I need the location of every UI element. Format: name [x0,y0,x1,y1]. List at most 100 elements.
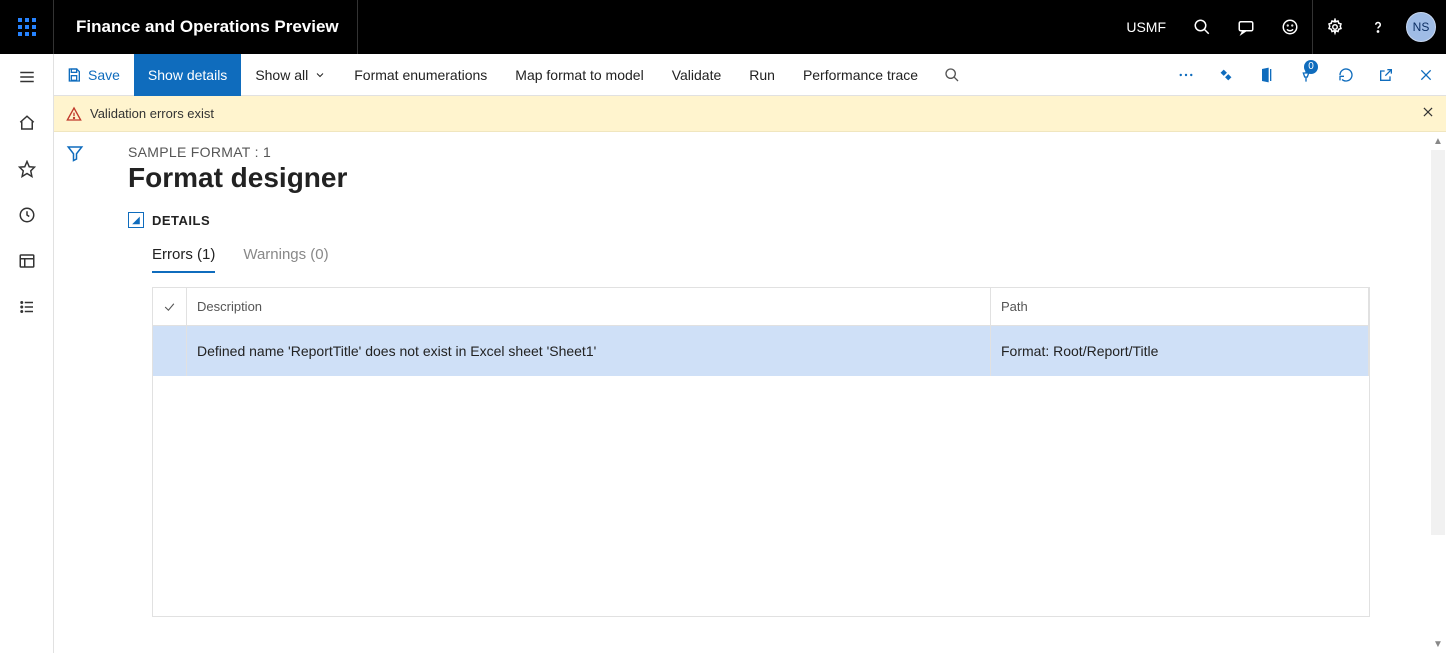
map-format-button[interactable]: Map format to model [501,54,657,96]
toolbar-search[interactable] [932,54,972,96]
feedback-button[interactable] [1268,0,1312,54]
refresh-icon [1338,67,1354,83]
save-icon [66,67,82,83]
validation-warning-bar: Validation errors exist [54,96,1446,132]
settings-button[interactable] [1312,0,1356,54]
warning-close[interactable] [1410,105,1446,122]
scroll-track [1431,150,1445,535]
check-icon [163,300,176,314]
run-button[interactable]: Run [735,54,789,96]
table-row[interactable]: Defined name 'ReportTitle' does not exis… [153,326,1369,376]
chat-icon [1237,18,1255,36]
run-label: Run [749,67,775,83]
company-code[interactable]: USMF [1112,19,1180,35]
waffle-icon [18,18,36,36]
work-area: Save Show details Show all Format enumer… [54,54,1446,653]
tab-errors-label: Errors (1) [152,246,215,263]
close-icon [1418,67,1434,83]
details-label: DETAILS [152,213,210,228]
more-options-button[interactable] [1166,54,1206,96]
left-rail [0,54,54,653]
tab-errors[interactable]: Errors (1) [152,246,215,273]
hamburger-button[interactable] [0,54,54,100]
validate-button[interactable]: Validate [658,54,736,96]
scrollbar[interactable]: ▲ ▼ [1430,132,1446,653]
header-path[interactable]: Path [991,288,1369,326]
row-checkbox[interactable] [153,326,187,376]
content-row: SAMPLE FORMAT : 1 Format designer ◢ DETA… [54,132,1446,653]
chevron-down-icon [314,69,326,81]
office-icon [1258,67,1274,83]
main-column: SAMPLE FORMAT : 1 Format designer ◢ DETA… [96,132,1446,653]
favorites-button[interactable] [0,146,54,192]
ellipsis-icon [1177,66,1195,84]
tabs: Errors (1) Warnings (0) [128,246,1446,273]
action-toolbar: Save Show details Show all Format enumer… [54,54,1446,96]
show-all-button[interactable]: Show all [241,54,340,96]
gear-icon [1326,18,1344,36]
results-table: Description Path Defined name 'ReportTit… [152,287,1370,617]
help-button[interactable] [1356,0,1400,54]
header-divider [357,0,358,54]
row-description: Defined name 'ReportTitle' does not exis… [187,326,991,376]
user-avatar[interactable]: NS [1406,12,1436,42]
filter-button[interactable] [66,144,84,653]
show-all-label: Show all [255,67,308,83]
attachments-button[interactable]: 0 [1286,54,1326,96]
breadcrumb: SAMPLE FORMAT : 1 [128,144,1446,160]
recent-button[interactable] [0,192,54,238]
diamond-icon [1217,66,1235,84]
tab-warnings-label: Warnings (0) [243,246,328,263]
warning-icon [66,106,82,122]
row-path: Format: Root/Report/Title [991,326,1369,376]
top-header: Finance and Operations Preview USMF NS [0,0,1446,54]
collapse-icon: ◢ [128,212,144,228]
popout-button[interactable] [1366,54,1406,96]
filter-icon [66,144,84,162]
refresh-button[interactable] [1326,54,1366,96]
select-all[interactable] [153,288,187,326]
search-button[interactable] [1180,0,1224,54]
save-button[interactable]: Save [54,54,134,96]
scroll-down-icon: ▼ [1430,635,1446,653]
close-button[interactable] [1406,54,1446,96]
close-icon [1421,105,1435,119]
show-details-label: Show details [148,67,227,83]
window-icon [18,252,36,270]
clock-icon [18,206,36,224]
map-format-label: Map format to model [515,67,643,83]
connectors-button[interactable] [1206,54,1246,96]
format-enum-label: Format enumerations [354,67,487,83]
modules-button[interactable] [0,284,54,330]
format-enumerations-button[interactable]: Format enumerations [340,54,501,96]
home-icon [18,114,36,132]
filter-column [54,132,96,653]
menu-icon [18,68,36,86]
app-launcher[interactable] [0,0,54,54]
office-button[interactable] [1246,54,1286,96]
search-icon [1193,18,1211,36]
attachments-count: 0 [1304,60,1318,74]
messages-button[interactable] [1224,0,1268,54]
workspaces-button[interactable] [0,238,54,284]
star-icon [18,160,36,178]
scroll-up-icon: ▲ [1430,132,1446,150]
help-icon [1369,18,1387,36]
app-title: Finance and Operations Preview [54,17,339,37]
header-description[interactable]: Description [187,288,991,326]
search-icon [944,67,960,83]
show-details-button[interactable]: Show details [134,54,241,96]
details-header[interactable]: ◢ DETAILS [128,212,1446,228]
popout-icon [1378,67,1394,83]
home-button[interactable] [0,100,54,146]
perf-trace-label: Performance trace [803,67,918,83]
performance-trace-button[interactable]: Performance trace [789,54,932,96]
list-icon [18,298,36,316]
warning-text: Validation errors exist [90,106,1410,121]
page-title: Format designer [128,162,1446,194]
validate-label: Validate [672,67,722,83]
smile-icon [1281,18,1299,36]
tab-warnings[interactable]: Warnings (0) [243,246,328,273]
table-empty-area [153,376,1369,616]
save-label: Save [88,67,120,83]
